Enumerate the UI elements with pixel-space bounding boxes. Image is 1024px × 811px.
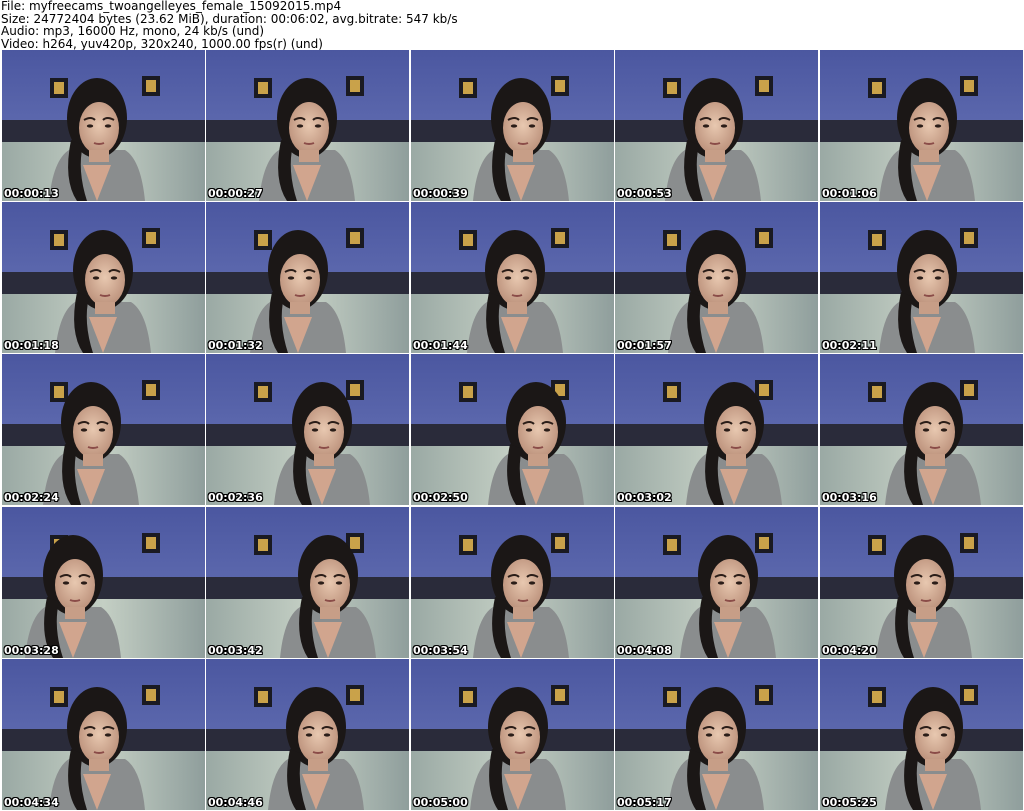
thumbnail-timestamp: 00:00:39 <box>413 187 468 200</box>
video-thumbnail: 00:02:50 <box>411 354 614 505</box>
video-thumbnail: 00:04:08 <box>615 507 818 658</box>
video-thumbnail: 00:03:28 <box>2 507 205 658</box>
audio-info-line: Audio: mp3, 16000 Hz, mono, 24 kb/s (und… <box>1 24 265 38</box>
thumbnail-timestamp: 00:04:20 <box>822 644 877 657</box>
thumbnail-timestamp: 00:00:27 <box>208 187 263 200</box>
video-thumbnail: 00:01:44 <box>411 202 614 353</box>
frame-image <box>2 659 205 810</box>
frame-image <box>820 354 1023 505</box>
video-thumbnail: 00:01:32 <box>206 202 409 353</box>
thumbnail-timestamp: 00:01:44 <box>413 339 468 352</box>
video-thumbnail: 00:05:25 <box>820 659 1023 810</box>
frame-image <box>411 202 614 353</box>
thumbnail-timestamp: 00:04:34 <box>4 796 59 809</box>
video-thumbnail: 00:02:11 <box>820 202 1023 353</box>
thumbnail-timestamp: 00:00:53 <box>617 187 672 200</box>
video-thumbnail: 00:05:00 <box>411 659 614 810</box>
video-thumbnail: 00:02:24 <box>2 354 205 505</box>
thumbnail-timestamp: 00:01:32 <box>208 339 263 352</box>
thumbnail-timestamp: 00:01:06 <box>822 187 877 200</box>
video-thumbnail: 00:00:27 <box>206 50 409 201</box>
frame-image <box>615 354 818 505</box>
thumbnail-timestamp: 00:02:24 <box>4 491 59 504</box>
frame-image <box>2 507 205 658</box>
thumbnail-timestamp: 00:02:50 <box>413 491 468 504</box>
thumbnail-timestamp: 00:01:57 <box>617 339 672 352</box>
frame-image <box>2 354 205 505</box>
frame-image <box>820 202 1023 353</box>
frame-image <box>411 507 614 658</box>
thumbnail-timestamp: 00:05:17 <box>617 796 672 809</box>
video-thumbnail: 00:03:42 <box>206 507 409 658</box>
thumbnail-timestamp: 00:03:42 <box>208 644 263 657</box>
thumbnail-timestamp: 00:05:00 <box>413 796 468 809</box>
file-name-line: File: myfreecams_twoangelleyes_female_15… <box>1 0 342 13</box>
frame-image <box>820 659 1023 810</box>
thumbnail-timestamp: 00:04:46 <box>208 796 263 809</box>
video-thumbnail: 00:04:46 <box>206 659 409 810</box>
video-thumbnail: 00:00:53 <box>615 50 818 201</box>
frame-image <box>411 659 614 810</box>
video-thumbnail: 00:00:39 <box>411 50 614 201</box>
frame-image <box>206 202 409 353</box>
thumbnail-timestamp: 00:02:11 <box>822 339 877 352</box>
frame-image <box>615 507 818 658</box>
video-thumbnail: 00:03:02 <box>615 354 818 505</box>
video-thumbnail: 00:05:17 <box>615 659 818 810</box>
video-thumbnail: 00:04:34 <box>2 659 205 810</box>
video-thumbnail: 00:03:54 <box>411 507 614 658</box>
frame-image <box>2 50 205 201</box>
video-thumbnail: 00:01:57 <box>615 202 818 353</box>
thumbnail-timestamp: 00:05:25 <box>822 796 877 809</box>
video-thumbnail: 00:01:18 <box>2 202 205 353</box>
thumbnail-timestamp: 00:03:16 <box>822 491 877 504</box>
frame-image <box>2 202 205 353</box>
thumbnail-timestamp: 00:03:54 <box>413 644 468 657</box>
frame-image <box>615 202 818 353</box>
frame-image <box>206 50 409 201</box>
frame-image <box>411 50 614 201</box>
thumbnail-timestamp: 00:03:02 <box>617 491 672 504</box>
thumbnail-timestamp: 00:04:08 <box>617 644 672 657</box>
video-thumbnail: 00:04:20 <box>820 507 1023 658</box>
thumbnail-timestamp: 00:03:28 <box>4 644 59 657</box>
video-thumbnail: 00:00:13 <box>2 50 205 201</box>
frame-image <box>615 659 818 810</box>
file-info-header: File: myfreecams_twoangelleyes_female_15… <box>1 0 1021 50</box>
frame-image <box>206 659 409 810</box>
frame-image <box>411 354 614 505</box>
thumbnail-timestamp: 00:02:36 <box>208 491 263 504</box>
frame-image <box>206 354 409 505</box>
frame-image <box>820 507 1023 658</box>
video-thumbnail: 00:01:06 <box>820 50 1023 201</box>
video-info-line: Video: h264, yuv420p, 320x240, 1000.00 f… <box>1 36 323 51</box>
video-thumbnail: 00:03:16 <box>820 354 1023 505</box>
frame-image <box>820 50 1023 201</box>
thumbnail-timestamp: 00:00:13 <box>4 187 59 200</box>
video-thumbnail: 00:02:36 <box>206 354 409 505</box>
frame-image <box>615 50 818 201</box>
frame-image <box>206 507 409 658</box>
thumbnail-timestamp: 00:01:18 <box>4 339 59 352</box>
thumbnail-grid: 00:00:13 00:00:27 00:00:39 00:00:53 00:0… <box>0 50 1024 811</box>
